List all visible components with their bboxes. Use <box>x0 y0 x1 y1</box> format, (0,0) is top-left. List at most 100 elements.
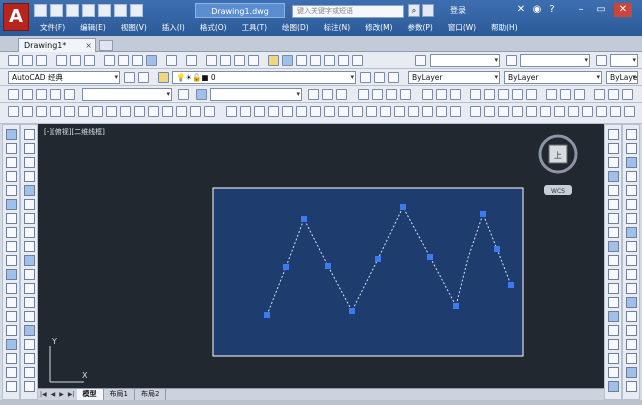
vbarR1-tool-icon-3[interactable] <box>608 157 619 168</box>
publish-icon[interactable] <box>84 55 95 66</box>
revcloud-icon[interactable] <box>324 106 335 117</box>
vbarL1-tool-icon-9[interactable] <box>6 241 17 252</box>
tab-model[interactable]: 模型 <box>76 389 104 400</box>
box-icon[interactable] <box>308 89 319 100</box>
vbarR2-tool-icon-11[interactable] <box>626 269 637 280</box>
vbarL2-tool-icon-6[interactable] <box>24 199 35 210</box>
vbarL1-tool-icon-2[interactable] <box>6 143 17 154</box>
vbarR1-tool-icon-11[interactable] <box>608 269 619 280</box>
make-current-icon[interactable] <box>360 72 371 83</box>
vbarL1-tool-icon-14[interactable] <box>6 311 17 322</box>
erase-icon[interactable] <box>470 106 481 117</box>
vbarR1-tool-icon-13[interactable] <box>608 297 619 308</box>
vbarL2-tool-icon-5[interactable] <box>24 185 35 196</box>
maximize-button[interactable]: ▭ <box>592 3 610 17</box>
walk-icon[interactable] <box>22 89 33 100</box>
vbarR2-tool-icon-6[interactable] <box>626 199 637 210</box>
help-icon[interactable]: ? <box>543 3 561 17</box>
intersect-icon[interactable] <box>386 89 397 100</box>
snap-tangent-icon[interactable] <box>106 106 117 117</box>
orbit-icon[interactable] <box>8 89 19 100</box>
extend-icon[interactable] <box>610 106 621 117</box>
named-views-icon[interactable] <box>178 89 189 100</box>
linetype-select[interactable]: ByLayer ▾ <box>504 71 602 84</box>
vbarL1-tool-icon-3[interactable] <box>6 157 17 168</box>
print-icon[interactable] <box>98 4 111 17</box>
match-properties-icon[interactable] <box>146 55 157 66</box>
save-as-icon[interactable] <box>82 4 95 17</box>
circle-icon[interactable] <box>310 106 321 117</box>
menu-view[interactable]: 视图(V) <box>115 21 156 34</box>
new-tab-button[interactable] <box>99 40 113 51</box>
union-icon[interactable] <box>358 89 369 100</box>
grip-10[interactable] <box>480 211 486 217</box>
vbarL2-tool-icon-16[interactable] <box>24 339 35 350</box>
search-input[interactable]: 键入关键字或短语 <box>292 5 404 18</box>
vbarR2-tool-icon-5[interactable] <box>626 185 637 196</box>
dim-radius-icon[interactable] <box>498 89 509 100</box>
vbarL1-tool-icon-6[interactable] <box>6 199 17 210</box>
workspace-settings-icon[interactable] <box>124 72 135 83</box>
vbarL2-tool-icon-10[interactable] <box>24 255 35 266</box>
layer-state-icon[interactable] <box>388 72 399 83</box>
close-button[interactable]: ✕ <box>614 3 632 17</box>
vbarR2-tool-icon-10[interactable] <box>626 255 637 266</box>
mtext-icon[interactable] <box>450 106 461 117</box>
vbarR2-tool-icon-16[interactable] <box>626 339 637 350</box>
vbarL1-tool-icon-8[interactable] <box>6 227 17 238</box>
snap-insert-icon[interactable] <box>148 106 159 117</box>
vbarR1-tool-icon-14[interactable] <box>608 311 619 322</box>
workspace-select[interactable]: AutoCAD 经典 ▾ <box>8 71 120 84</box>
vbarR2-tool-icon-3[interactable] <box>626 157 637 168</box>
tool-palettes-icon[interactable] <box>296 55 307 66</box>
vbarL2-tool-icon-1[interactable] <box>24 129 35 140</box>
vbarR2-tool-icon-7[interactable] <box>626 213 637 224</box>
offset-icon[interactable] <box>512 106 523 117</box>
snap-midpoint-icon[interactable] <box>50 106 61 117</box>
grip-11[interactable] <box>494 246 500 252</box>
dim-style-select[interactable]: ▾ <box>520 54 590 67</box>
tab-drawing1[interactable]: Drawing1* × <box>18 38 96 52</box>
vbarR1-tool-icon-4[interactable] <box>608 171 619 182</box>
menu-dimension[interactable]: 标注(N) <box>318 21 359 34</box>
vbarR2-tool-icon-4[interactable] <box>626 171 637 182</box>
dim-angular-icon[interactable] <box>512 89 523 100</box>
vbarR1-tool-icon-6[interactable] <box>608 199 619 210</box>
vbarR1-tool-icon-15[interactable] <box>608 325 619 336</box>
polyline-icon[interactable] <box>254 106 265 117</box>
vbarR2-tool-icon-14[interactable] <box>626 311 637 322</box>
zoom-realtime-icon[interactable] <box>220 55 231 66</box>
table-style-icon[interactable] <box>596 55 607 66</box>
vbarL2-tool-icon-2[interactable] <box>24 143 35 154</box>
undo-icon[interactable] <box>114 4 127 17</box>
ucs-icon[interactable] <box>422 89 433 100</box>
array-icon[interactable] <box>526 106 537 117</box>
snap-perpendicular-icon[interactable] <box>120 106 131 117</box>
search-icon[interactable]: ⌕ <box>408 4 420 17</box>
vbarL2-tool-icon-14[interactable] <box>24 311 35 322</box>
copy-icon[interactable] <box>118 55 129 66</box>
snap-parallel-icon[interactable] <box>134 106 145 117</box>
zoom-extents-icon[interactable] <box>36 89 47 100</box>
menu-format[interactable]: 格式(O) <box>194 21 236 34</box>
grip-8[interactable] <box>427 254 433 260</box>
render-icon[interactable] <box>546 89 557 100</box>
vbarL1-tool-icon-19[interactable] <box>6 381 17 392</box>
vbarL2-tool-icon-4[interactable] <box>24 171 35 182</box>
tab-layout2[interactable]: 布局2 <box>135 389 167 400</box>
point-icon[interactable] <box>380 106 391 117</box>
dim-aligned-icon[interactable] <box>484 89 495 100</box>
layer-select[interactable]: 💡☀🔓■ 0 ▾ <box>172 71 356 84</box>
vbarR1-tool-icon-5[interactable] <box>608 185 619 196</box>
table-icon[interactable] <box>436 106 447 117</box>
grip-3[interactable] <box>301 216 307 222</box>
grid-icon[interactable] <box>608 89 619 100</box>
vbarL1-tool-icon-17[interactable] <box>6 353 17 364</box>
snap-none-icon[interactable] <box>190 106 201 117</box>
vbarL1-tool-icon-5[interactable] <box>6 185 17 196</box>
vbarR1-tool-icon-7[interactable] <box>608 213 619 224</box>
ucs-world-icon[interactable] <box>436 89 447 100</box>
vbarL2-tool-icon-7[interactable] <box>24 213 35 224</box>
dim-style-icon[interactable] <box>506 55 517 66</box>
trim-icon[interactable] <box>596 106 607 117</box>
